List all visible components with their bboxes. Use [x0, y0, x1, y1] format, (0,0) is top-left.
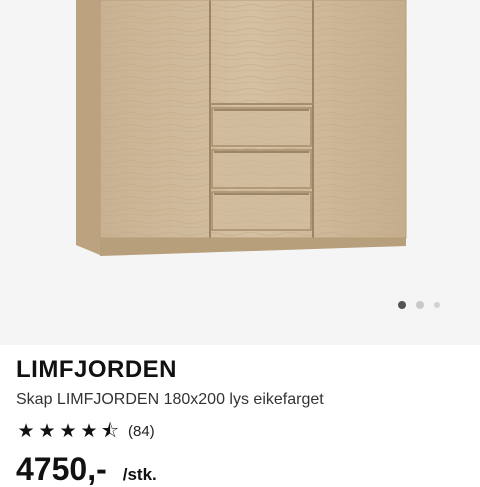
carousel-indicator[interactable]: [398, 301, 440, 309]
product-price: 4750,-: [16, 451, 107, 487]
carousel-dot-3[interactable]: [434, 302, 440, 308]
star-full-icon: ★: [80, 421, 98, 442]
product-rating[interactable]: ★ ★ ★ ★ ⯪ (84): [16, 422, 155, 441]
wardrobe-image[interactable]: [0, 0, 480, 345]
star-full-icon: ★: [17, 421, 35, 442]
star-full-icon: ★: [38, 421, 56, 442]
rating-stars: ★ ★ ★ ★ ⯪: [16, 422, 120, 441]
price-row: 4750,- /stk.: [16, 453, 157, 485]
carousel-dot-2[interactable]: [416, 301, 424, 309]
star-half-icon: ⯪: [101, 421, 119, 442]
carousel-dot-1[interactable]: [398, 301, 406, 309]
review-count[interactable]: (84): [128, 423, 155, 440]
star-full-icon: ★: [59, 421, 77, 442]
product-title: LIMFJORDEN: [16, 356, 177, 383]
price-unit: /stk.: [122, 465, 157, 484]
product-info: LIMFJORDEN Skap LIMFJORDEN 180x200 lys e…: [0, 345, 480, 485]
product-image-gallery[interactable]: [0, 0, 480, 345]
product-subtitle: Skap LIMFJORDEN 180x200 lys eikefarget: [16, 391, 324, 408]
